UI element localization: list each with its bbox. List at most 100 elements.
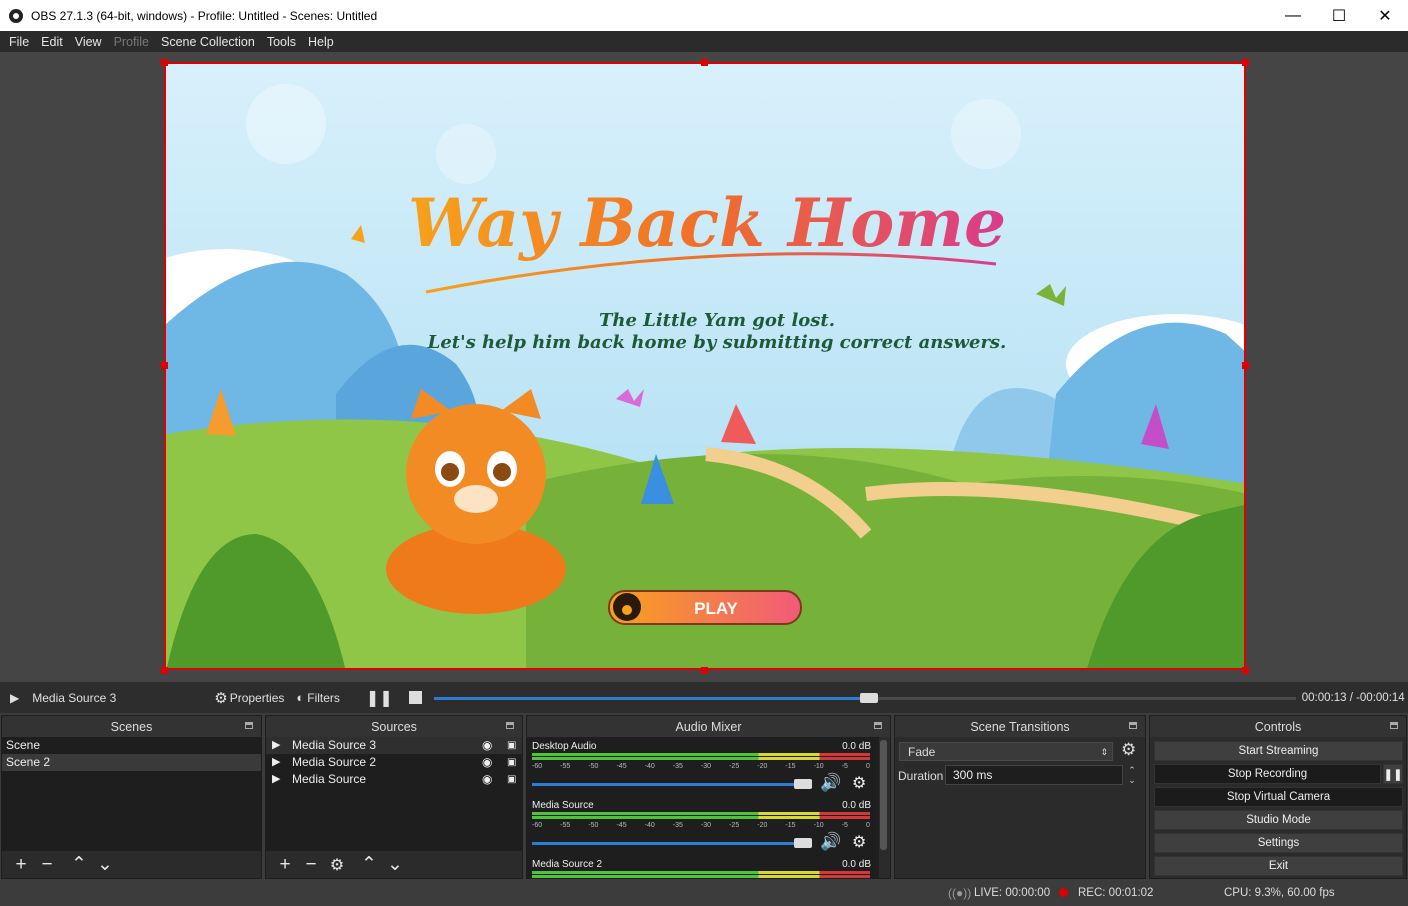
channel-name: Media Source (532, 800, 594, 811)
pause-button[interactable]: ❚❚ (366, 688, 393, 708)
play-icon[interactable]: ▶ (10, 691, 19, 705)
volume-slider[interactable] (532, 779, 812, 789)
close-button[interactable]: ✕ (1362, 0, 1408, 31)
channel-name: Desktop Audio (532, 741, 597, 752)
source-item[interactable]: ▶ Media Source ◉ ▣ (266, 771, 522, 788)
meter-tick-label: -45 (616, 763, 627, 770)
meter-tick-label: 0 (865, 763, 870, 770)
channel-db: 0.0 dB (842, 800, 871, 811)
channel-name: Media Source 2 (532, 859, 603, 870)
gear-icon[interactable]: ⚙ (852, 773, 866, 793)
menu-profile[interactable]: Profile (108, 35, 155, 49)
minimize-button[interactable]: — (1270, 0, 1316, 31)
duration-stepper[interactable]: ⌃ ⌄ (1125, 765, 1139, 785)
settings-button[interactable]: Settings (1154, 833, 1403, 853)
scene-item[interactable]: Scene 2 (2, 754, 261, 771)
resize-handle-l[interactable] (161, 362, 168, 369)
play-label: PLAY (694, 599, 738, 618)
add-scene-button[interactable]: + (8, 854, 34, 876)
meter-tick-label: -15 (785, 822, 796, 829)
properties-button[interactable]: ⚙ Properties (214, 689, 284, 707)
float-dock-icon[interactable] (245, 722, 253, 729)
meter-tick-label: -20 (757, 763, 768, 770)
scene-item[interactable]: Scene (2, 737, 261, 754)
lock-icon[interactable]: ▣ (507, 771, 516, 788)
stop-recording-button[interactable]: Stop Recording (1154, 764, 1381, 784)
move-down-button[interactable]: ⌄ (382, 854, 408, 876)
status-bar: ((●)) LIVE: 00:00:00 REC: 00:01:02 CPU: … (0, 881, 1408, 906)
controls-dock: Controls Start Streaming Stop Recording … (1149, 715, 1407, 879)
audio-channel: Media Source 0.0 dB -60 -55 -50 -45 -40 -35 -30-… (527, 796, 879, 855)
play-icon[interactable]: ▶ (272, 754, 280, 771)
sources-dock: Sources ▶ Media Source 3 ◉ ▣ ▶ Media Sou… (265, 715, 523, 879)
start-streaming-button[interactable]: Start Streaming (1154, 741, 1403, 761)
game-subtitle-line1: The Little Yam got lost. (599, 310, 835, 331)
menu-help[interactable]: Help (302, 35, 340, 49)
media-progress-slider[interactable] (433, 692, 1296, 704)
exit-button[interactable]: Exit (1154, 856, 1403, 876)
obs-logo-icon (9, 8, 23, 23)
move-up-button[interactable]: ⌃ (356, 854, 382, 876)
menu-bar: File Edit View Profile Scene Collection … (0, 31, 1408, 52)
float-dock-icon[interactable] (506, 722, 514, 729)
pause-recording-button[interactable]: ❚❚ (1383, 764, 1403, 784)
resize-handle-r[interactable] (1242, 362, 1249, 369)
resize-handle-tl[interactable] (161, 59, 168, 66)
resize-handle-t[interactable] (701, 59, 708, 66)
mixer-scrollbar[interactable] (880, 740, 887, 850)
studio-mode-button[interactable]: Studio Mode (1154, 810, 1403, 830)
resize-handle-b[interactable] (701, 667, 708, 674)
move-up-button[interactable]: ⌃ (66, 854, 92, 876)
menu-file[interactable]: File (3, 35, 35, 49)
float-dock-icon[interactable] (1129, 722, 1137, 729)
transition-settings-gear-icon[interactable]: ⚙ (1121, 740, 1136, 760)
audio-mixer-dock: Audio Mixer Desktop Audio 0.0 dB -60 -55 -50… (526, 715, 891, 879)
maximize-button[interactable]: ☐ (1316, 0, 1362, 31)
meter-tick-label: -5 (841, 822, 848, 829)
add-source-button[interactable]: + (272, 854, 298, 876)
meter-tick-label: -50 (588, 822, 599, 829)
speaker-icon[interactable]: 🔊 (820, 773, 841, 793)
eye-icon[interactable]: ◉ (482, 771, 492, 788)
source-properties-gear-icon[interactable]: ⚙ (324, 854, 350, 876)
stop-virtual-camera-button[interactable]: Stop Virtual Camera (1154, 787, 1403, 807)
audio-channel: Desktop Audio 0.0 dB -60 -55 -50 -45 -40 -35 -30… (527, 737, 879, 796)
lock-icon[interactable]: ▣ (507, 754, 516, 771)
remove-scene-button[interactable]: − (34, 854, 60, 876)
duration-input[interactable]: 300 ms (945, 765, 1123, 785)
transition-select[interactable]: Fade ⇕ (899, 742, 1113, 761)
preview-canvas[interactable]: Way Back Home The Little Yam got lost. L… (164, 62, 1246, 670)
stop-button[interactable] (408, 691, 422, 704)
game-artwork: Way Back Home The Little Yam got lost. L… (166, 64, 1244, 668)
scene-transitions-title: Scene Transitions (970, 719, 1070, 734)
play-icon[interactable]: ▶ (272, 737, 280, 754)
float-dock-icon[interactable] (1390, 722, 1398, 729)
source-item[interactable]: ▶ Media Source 3 ◉ ▣ (266, 737, 522, 754)
filters-button[interactable]: ◐ Filters (296, 690, 340, 705)
audio-channels: Desktop Audio 0.0 dB -60 -55 -50 -45 -40 -35 -30… (527, 737, 879, 878)
meter-tick-label: -50 (588, 763, 599, 770)
speaker-icon[interactable]: 🔊 (820, 832, 841, 852)
meter-tick-label: -30 (700, 763, 712, 770)
resize-handle-br[interactable] (1242, 667, 1249, 674)
resize-handle-tr[interactable] (1242, 59, 1249, 66)
eye-icon[interactable]: ◉ (482, 737, 492, 754)
source-item[interactable]: ▶ Media Source 2 ◉ ▣ (266, 754, 522, 771)
menu-scene-collection[interactable]: Scene Collection (155, 35, 261, 49)
title-bar: OBS 27.1.3 (64-bit, windows) - Profile: … (0, 0, 1408, 31)
resize-handle-bl[interactable] (161, 667, 168, 674)
scenes-list: Scene Scene 2 (2, 737, 261, 851)
meter-tick-label: -55 (560, 763, 571, 770)
lock-icon[interactable]: ▣ (507, 737, 516, 754)
game-title: Way Back Home (408, 184, 1006, 262)
menu-edit[interactable]: Edit (35, 35, 69, 49)
menu-view[interactable]: View (69, 35, 108, 49)
gear-icon[interactable]: ⚙ (852, 832, 866, 852)
volume-slider[interactable] (532, 838, 812, 848)
float-dock-icon[interactable] (874, 722, 882, 729)
menu-tools[interactable]: Tools (261, 35, 302, 49)
eye-icon[interactable]: ◉ (482, 754, 492, 771)
move-down-button[interactable]: ⌄ (92, 854, 118, 876)
play-icon[interactable]: ▶ (272, 771, 280, 788)
remove-source-button[interactable]: − (298, 854, 324, 876)
